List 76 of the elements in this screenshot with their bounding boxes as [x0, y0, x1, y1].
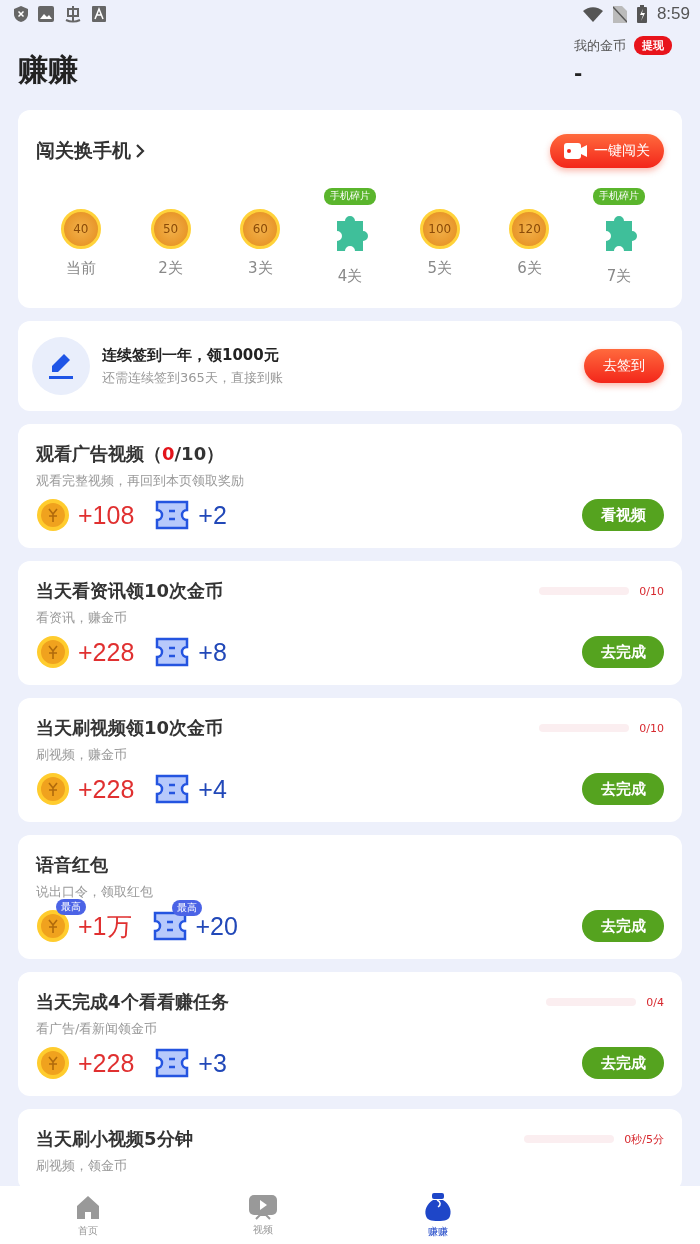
- coin-icon: [36, 772, 70, 806]
- coin-icon: [36, 498, 70, 532]
- coin-reward: 60: [240, 209, 281, 249]
- task-title: 观看广告视频（0/10）: [36, 442, 225, 466]
- coins-label: 我的金币: [574, 36, 626, 55]
- coin-amount: +228: [78, 637, 135, 667]
- font-icon: [92, 6, 106, 22]
- ticket-amount: +4: [198, 774, 227, 804]
- chevron-right-icon: [135, 143, 145, 159]
- clock-time: 8:59: [656, 4, 690, 24]
- coin-reward: 40: [60, 209, 101, 249]
- task-subtitle: 说出口令，领取红包: [36, 883, 154, 901]
- progress-text: 0/4: [646, 995, 664, 1009]
- task-button[interactable]: 去完成: [582, 636, 664, 668]
- level-label: 3关: [248, 259, 273, 278]
- nav-tab[interactable]: 首页: [0, 1186, 175, 1244]
- task-subtitle: 看资讯，赚金币: [36, 609, 128, 627]
- level-label: 6关: [517, 259, 542, 278]
- challenge-title[interactable]: 闯关换手机: [36, 138, 145, 164]
- signin-button[interactable]: 去签到: [584, 349, 664, 383]
- camera-icon: [564, 143, 588, 159]
- task-title: 语音红包: [36, 853, 108, 877]
- task-button[interactable]: 去完成: [582, 773, 664, 805]
- coin-reward: 120: [509, 209, 550, 249]
- task-title: 当天看资讯领10次金币: [36, 579, 224, 603]
- image-icon: [38, 6, 54, 22]
- progress-text: 0/10: [639, 584, 664, 598]
- level-label: 5关: [427, 259, 452, 278]
- ticket-amount: +2: [198, 500, 227, 530]
- challenge-button[interactable]: 一键闯关: [550, 134, 664, 168]
- level-tag: 手机碎片: [324, 188, 376, 205]
- ticket-icon: [154, 499, 191, 531]
- coin-amount: +228: [78, 1048, 135, 1078]
- shield-icon: [14, 6, 28, 22]
- max-badge: 最高: [56, 899, 86, 915]
- signin-title: 连续签到一年，领1000元: [102, 345, 280, 365]
- nav-tab[interactable]: 赚赚: [350, 1186, 525, 1244]
- progress-text: 0/10: [639, 721, 664, 735]
- nav-tab[interactable]: 视频: [175, 1186, 350, 1244]
- max-badge: 最高: [171, 900, 202, 916]
- ticket-icon: [154, 636, 191, 668]
- ticket-icon: [154, 773, 191, 805]
- task-title: 当天完成4个看看赚任务: [36, 990, 229, 1014]
- coin-icon: [36, 1046, 70, 1080]
- video-icon: [247, 1193, 278, 1220]
- level-label: 2关: [158, 259, 183, 278]
- task-button[interactable]: 看视频: [582, 499, 664, 531]
- no-sim-icon: [612, 5, 627, 23]
- ticket-amount: +8: [198, 637, 227, 667]
- coin-reward: 50: [150, 209, 191, 249]
- task-title: 当天刷视频领10次金币: [36, 716, 224, 740]
- task-subtitle: 刷视频，赚金币: [36, 746, 128, 764]
- level-tag: 手机碎片: [593, 188, 646, 205]
- page-title: 赚赚: [18, 51, 78, 89]
- coins-value: -: [574, 61, 584, 85]
- ticket-amount: +3: [198, 1048, 227, 1078]
- level-label: 7关: [606, 267, 632, 286]
- money-bag-icon: [423, 1191, 452, 1222]
- coin-reward: 100: [419, 209, 460, 249]
- wifi-icon: [582, 6, 603, 22]
- level-label: 当前: [65, 259, 96, 278]
- task-button[interactable]: 去完成: [582, 910, 664, 942]
- level-label: 4关: [337, 267, 363, 286]
- coin-amount: +228: [78, 774, 135, 804]
- signin-subtitle: 还需连续签到365天，直接到账: [102, 368, 284, 387]
- coin-amount: +108: [78, 500, 135, 530]
- progress-text: 0秒/5分: [624, 1131, 664, 1147]
- battery-charging-icon: [636, 5, 647, 23]
- task-subtitle: 刷视频，领金币: [36, 1157, 128, 1175]
- task-title: 当天刷小视频5分钟: [36, 1127, 193, 1151]
- task-subtitle: 观看完整视频，再回到本页领取奖励: [36, 472, 245, 490]
- coin-icon: [36, 635, 70, 669]
- task-button[interactable]: 去完成: [582, 1047, 664, 1079]
- withdraw-button[interactable]: 提现: [634, 36, 672, 55]
- task-subtitle: 看广告/看新闻领金币: [36, 1020, 159, 1038]
- ticket-icon: [154, 1047, 191, 1079]
